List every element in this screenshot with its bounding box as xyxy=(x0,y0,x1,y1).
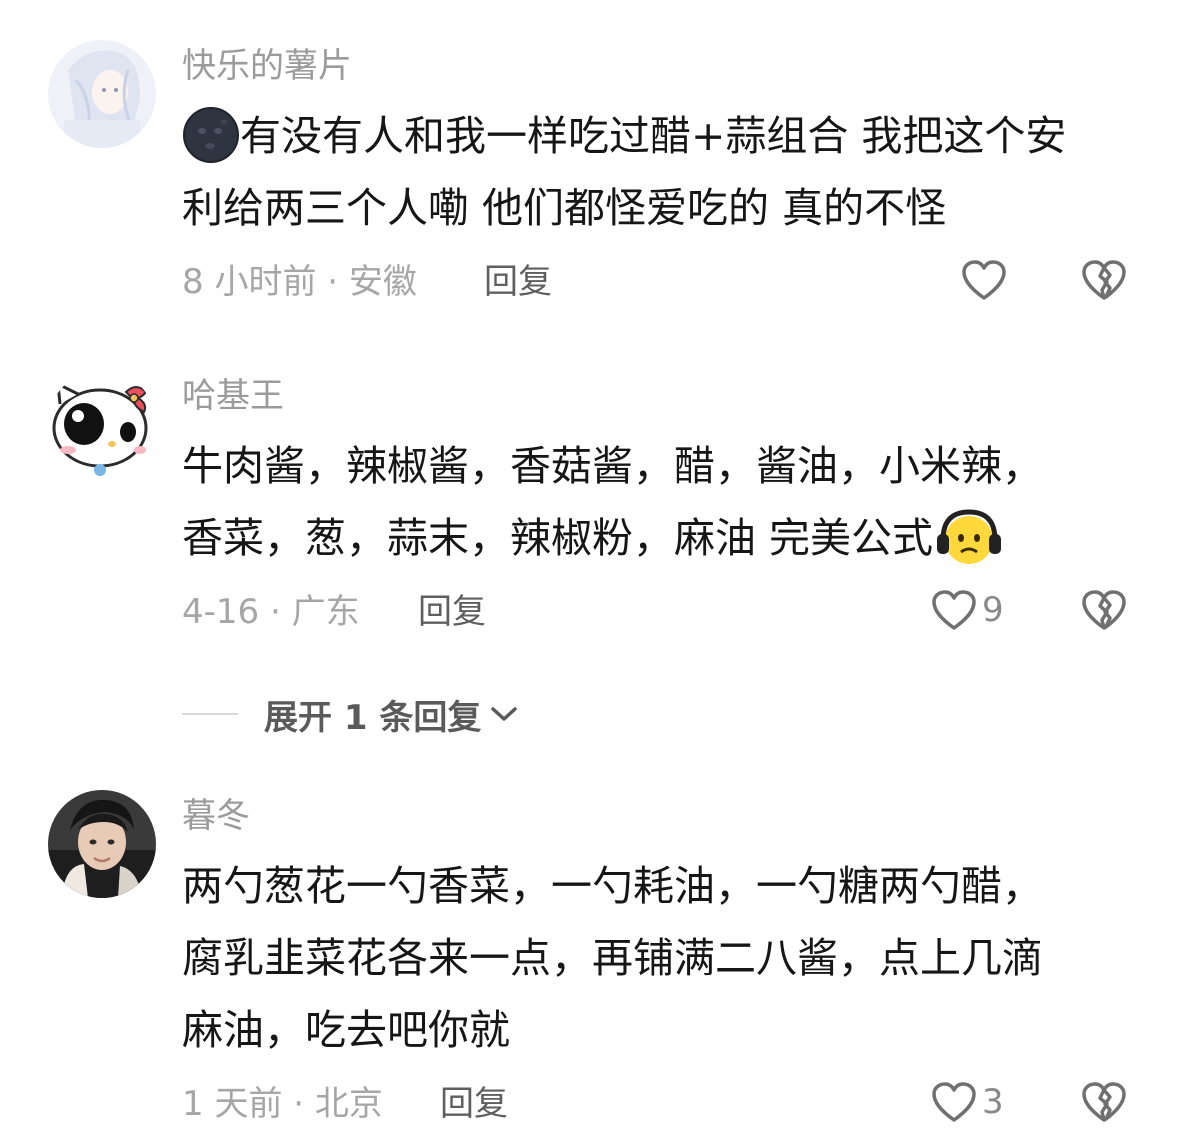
heart-outline-icon xyxy=(932,590,976,630)
heart-outline-icon xyxy=(932,1082,976,1122)
expand-replies-button[interactable]: 展开 1 条回复 xyxy=(182,690,519,738)
new-moon-face-emoji xyxy=(183,107,239,163)
timestamp-location: 8 小时前 · 安徽 xyxy=(182,262,417,302)
avatar[interactable] xyxy=(48,40,156,148)
like-count: 3 xyxy=(982,1082,1004,1122)
comment-line: 香菜，葱，蒜末，辣椒粉，麻油 完美公式 xyxy=(182,514,934,562)
like-count: 9 xyxy=(982,590,1004,630)
avatar[interactable] xyxy=(48,790,156,898)
reply-button[interactable]: 回复 xyxy=(418,592,486,632)
broken-heart-outline-icon[interactable] xyxy=(1080,258,1128,302)
comment-text: 牛肉酱，辣椒酱，香菇酱，醋，酱油，小米辣， 香菜，葱，蒜末，辣椒粉，麻油 完美公… xyxy=(182,430,1142,574)
reply-button[interactable]: 回复 xyxy=(440,1084,508,1124)
comment-line: 牛肉酱，辣椒酱，香菇酱，醋，酱油，小米辣， xyxy=(182,442,1043,490)
broken-heart-outline-icon[interactable] xyxy=(1080,1080,1128,1124)
heart-outline-icon xyxy=(962,260,1006,300)
username[interactable]: 哈基王 xyxy=(182,376,284,416)
timestamp-location: 4-16 · 广东 xyxy=(182,592,360,632)
comment-line: 麻油，吃去吧你就 xyxy=(182,1006,510,1054)
expand-replies-label: 展开 1 条回复 xyxy=(264,697,482,738)
like-button[interactable]: 3 xyxy=(930,1080,1004,1124)
divider xyxy=(182,713,238,715)
comment-line: 两勺葱花一勺香菜，一勺耗油，一勺糖两勺醋， xyxy=(182,862,1043,910)
like-button[interactable]: 9 xyxy=(930,588,1004,632)
avatar[interactable] xyxy=(48,370,156,478)
comment-text: 两勺葱花一勺香菜，一勺耗油，一勺糖两勺醋， 腐乳韭菜花各来一点，再铺满二八酱，点… xyxy=(182,850,1142,1066)
username[interactable]: 暮冬 xyxy=(182,796,250,836)
timestamp-location: 1 天前 · 北京 xyxy=(182,1084,383,1124)
like-button[interactable] xyxy=(960,258,1012,302)
username[interactable]: 快乐的薯片 xyxy=(182,46,352,86)
comment-text: 有没有人和我一样吃过醋+蒜组合 我把这个安 利给两三个人嘞 他们都怪爱吃的 真的… xyxy=(182,100,1142,244)
broken-heart-outline-icon[interactable] xyxy=(1080,588,1128,632)
reply-button[interactable]: 回复 xyxy=(484,262,552,302)
chevron-down-icon xyxy=(491,707,518,721)
comment-line: 利给两三个人嘞 他们都怪爱吃的 真的不怪 xyxy=(182,184,947,232)
headphones-face-emoji xyxy=(937,509,1002,564)
comment-line: 有没有人和我一样吃过醋+蒜组合 我把这个安 xyxy=(240,112,1067,160)
comment-line: 腐乳韭菜花各来一点，再铺满二八酱，点上几滴 xyxy=(182,934,1043,982)
